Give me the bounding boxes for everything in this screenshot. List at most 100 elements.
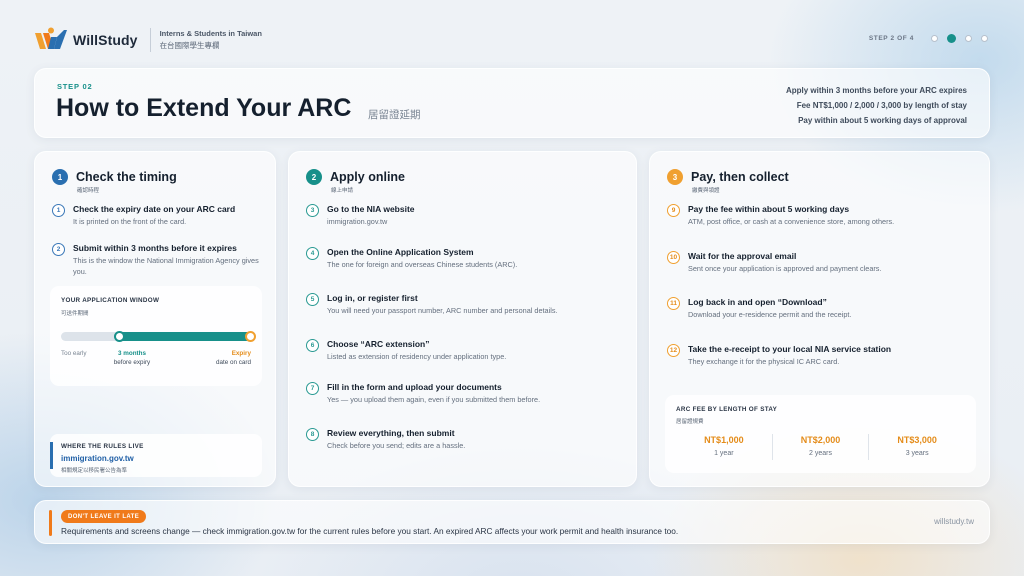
- column-title-zh: 確認時程: [77, 188, 100, 194]
- step-number: 6: [306, 339, 319, 352]
- step-number: 12: [667, 344, 680, 357]
- fee-amount: NT$3,000: [897, 435, 937, 445]
- warning-text: Requirements and screens change — check …: [61, 526, 679, 536]
- step-number: 9: [667, 204, 680, 217]
- step-title: Submit within 3 months before it expires: [73, 243, 237, 253]
- timeline-expiry-marker: [245, 331, 256, 342]
- column-check-timing: 1 Check the timing 確認時程 1 Check the expi…: [34, 151, 276, 487]
- step-title: Log back in and open “Download”: [688, 297, 827, 307]
- fee-option: NT$3,000 3 years: [868, 434, 965, 460]
- step-title: Choose “ARC extension”: [327, 339, 430, 349]
- column-pay-collect: 3 Pay, then collect 繳費與領證 9 Pay the fee …: [649, 151, 990, 487]
- rules-link[interactable]: immigration.gov.tw: [61, 454, 134, 463]
- step-desc: It is printed on the front of the card.: [73, 217, 187, 226]
- step-item: 10 Wait for the approval email Sent once…: [667, 250, 882, 274]
- step-dot-2[interactable]: [947, 34, 956, 43]
- timeline-track: [61, 331, 256, 342]
- step-title: Pay the fee within about 5 working days: [688, 204, 850, 214]
- step-item: 11 Log back in and open “Download” Downl…: [667, 296, 851, 320]
- step-number: 1: [52, 204, 65, 217]
- step-item: 9 Pay the fee within about 5 working day…: [667, 203, 894, 227]
- column-title-zh: 線上申請: [331, 188, 354, 194]
- step-desc: They exchange it for the physical IC ARC…: [688, 357, 840, 366]
- fee-amount: NT$1,000: [704, 435, 744, 445]
- step-number: 8: [306, 428, 319, 441]
- step-desc[interactable]: immigration.gov.tw: [327, 216, 415, 227]
- fee-option: NT$2,000 2 years: [771, 434, 869, 460]
- step-dot-1[interactable]: [931, 35, 938, 42]
- step-title: Wait for the approval email: [688, 251, 797, 261]
- step-indicator: STEP 2 OF 4: [869, 34, 988, 43]
- fee-table: NT$1,000 1 year NT$2,000 2 years NT$3,00…: [676, 434, 965, 460]
- step-desc: The one for foreign and overseas Chinese…: [327, 260, 518, 269]
- page-title-zh: 居留證延期: [368, 109, 421, 121]
- step-number: 2: [52, 243, 65, 256]
- step-item: 6 Choose “ARC extension” Listed as exten…: [306, 338, 506, 362]
- step-item: 4 Open the Online Application System The…: [306, 246, 517, 270]
- warning-accent-bar: [49, 510, 52, 536]
- rules-card: WHERE THE RULES LIVE immigration.gov.tw …: [50, 434, 262, 477]
- step-title: Log in, or register first: [327, 293, 418, 303]
- fee-length: 3 years: [905, 450, 929, 457]
- step-number: 5: [306, 293, 319, 306]
- brand-tagline-en: Interns & Students in Taiwan: [159, 29, 262, 38]
- fee-option: NT$1,000 1 year: [676, 434, 772, 460]
- step-number: 4: [306, 247, 319, 260]
- window-length: 3 months: [118, 350, 146, 357]
- window-card-title-zh: 可送件期間: [61, 311, 89, 317]
- brand-tagline-zh: 在台國際學生專欄: [159, 41, 220, 50]
- brand-name: WillStudy: [73, 32, 138, 48]
- step-item: 2 Submit within 3 months before it expir…: [52, 242, 262, 277]
- step-item: 8 Review everything, then submit Check b…: [306, 427, 465, 451]
- fee-length: 1 year: [714, 450, 734, 457]
- step-item: 3 Go to the NIA website immigration.gov.…: [306, 203, 415, 227]
- column-header: 1 Check the timing: [52, 169, 177, 185]
- step-desc: Download your e-residence permit and the…: [688, 310, 852, 319]
- step-dot-3[interactable]: [965, 35, 972, 42]
- step-desc: Listed as extension of residency under a…: [327, 352, 507, 361]
- timeline-label-window: 3 months before expiry: [100, 349, 164, 367]
- warning-bar: DON'T LEAVE IT LATE Requirements and scr…: [34, 500, 990, 544]
- step-number: 7: [306, 382, 319, 395]
- step-dot-4[interactable]: [981, 35, 988, 42]
- step-item: 1 Check the expiry date on your ARC card…: [52, 203, 235, 227]
- summary-notes: Apply within 3 months before your ARC ex…: [786, 83, 967, 128]
- step-desc: Yes — you upload them again, even if you…: [327, 395, 541, 404]
- rules-title: WHERE THE RULES LIVE: [61, 443, 144, 450]
- step-desc: ATM, post office, or cash at a convenien…: [688, 217, 895, 226]
- column-title: Pay, then collect: [691, 170, 789, 184]
- step-desc: Check before you send; edits are a hassl…: [327, 441, 466, 450]
- step-desc: You will need your passport number, ARC …: [327, 306, 558, 315]
- summary-note: Pay within about 5 working days of appro…: [798, 116, 967, 125]
- step-indicator-label: STEP 2 OF 4: [868, 35, 914, 42]
- step-title: Open the Online Application System: [327, 247, 474, 257]
- expiry-label: Expiry: [231, 350, 251, 357]
- site-url[interactable]: willstudy.tw: [934, 517, 974, 526]
- column-title: Apply online: [330, 170, 405, 184]
- rules-accent-bar: [50, 442, 53, 469]
- rules-note-zh: 相關規定以移民署公告為準: [61, 468, 128, 474]
- expiry-sub: date on card: [215, 359, 251, 366]
- timeline-window-fill: [120, 332, 251, 341]
- step-desc: Sent once your application is approved a…: [688, 264, 882, 273]
- column-header: 2 Apply online: [306, 169, 405, 185]
- step-title: Review everything, then submit: [327, 428, 455, 438]
- summary-note: Fee NT$1,000 / 2,000 / 3,000 by length o…: [796, 101, 967, 110]
- column-number-badge: 2: [306, 169, 322, 185]
- column-title-zh: 繳費與領證: [692, 188, 720, 194]
- step-item: 7 Fill in the form and upload your docum…: [306, 381, 540, 405]
- brand-logo[interactable]: WillStudy Interns & Students in Taiwan 在…: [34, 27, 262, 53]
- summary-note: Apply within 3 months before your ARC ex…: [785, 86, 967, 95]
- fee-card-title-zh: 居留證規費: [676, 419, 704, 425]
- step-desc: This is the window the National Immigrat…: [73, 256, 259, 276]
- timeline-label-too-early: Too early: [61, 350, 87, 357]
- fee-card-title: ARC FEE BY LENGTH OF STAY: [676, 406, 778, 413]
- window-card-title: YOUR APPLICATION WINDOW: [61, 297, 160, 304]
- page-title: How to Extend Your ARC: [56, 94, 352, 122]
- column-number-badge: 1: [52, 169, 68, 185]
- fee-amount: NT$2,000: [800, 435, 841, 445]
- step-title: Go to the NIA website: [327, 204, 415, 214]
- column-title: Check the timing: [76, 170, 177, 184]
- timeline-start-marker: [114, 331, 125, 342]
- step-item: 12 Take the e-receipt to your local NIA …: [667, 343, 891, 367]
